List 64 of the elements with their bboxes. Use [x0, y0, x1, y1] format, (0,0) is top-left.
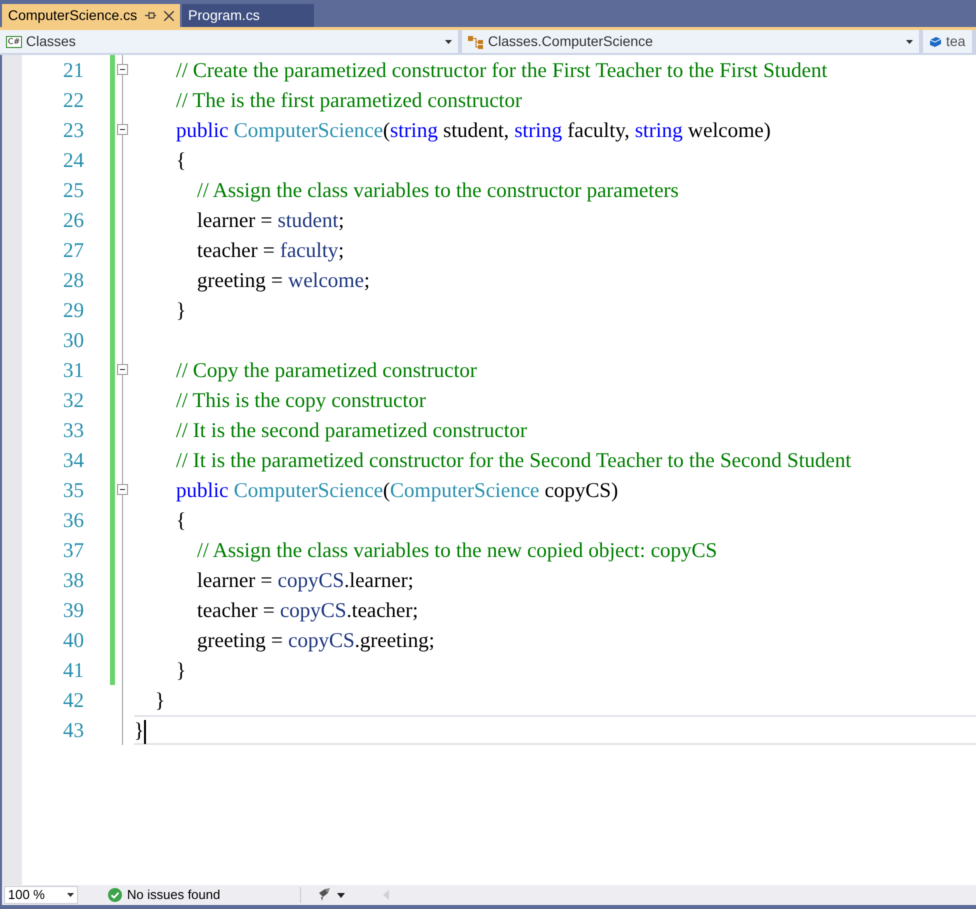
code-line: teacher = faculty; [196, 237, 346, 264]
pin-icon[interactable] [145, 11, 156, 20]
line-number: 33 [62, 417, 84, 444]
line-number: 30 [62, 327, 84, 354]
line-number: 28 [62, 267, 84, 294]
code-line: { [175, 147, 188, 174]
caret-icon [67, 893, 74, 897]
csharp-file-icon: C# [6, 36, 22, 48]
caret-icon[interactable] [337, 892, 346, 898]
code-line: // Assign the class variables to the new copied object: copyCS [196, 537, 718, 564]
caret-icon [906, 40, 913, 44]
code-line: } [154, 687, 166, 714]
code-line: public ComputerScience(string student, string faculty, string welcome) [175, 117, 772, 144]
close-icon[interactable] [164, 10, 174, 20]
line-number: 37 [62, 537, 84, 564]
caret-icon [445, 40, 452, 44]
line-number: 36 [62, 507, 84, 534]
line-number: 42 [62, 687, 84, 714]
code-line: learner = copyCS.learner; [196, 567, 415, 594]
text-cursor [144, 720, 146, 744]
class-icon [468, 34, 484, 48]
line-number: 29 [62, 297, 84, 324]
code-line: // Assign the class variables to the constructor parameters [196, 177, 680, 204]
line-number: 38 [62, 567, 84, 594]
code-line: teacher = copyCS.teacher; [196, 597, 420, 624]
line-number: 31 [62, 357, 84, 384]
code-line: // This is the copy constructor [175, 387, 427, 414]
line-number: 27 [62, 237, 84, 264]
collapse-icon[interactable] [117, 484, 128, 495]
code-line: learner = student; [196, 207, 346, 234]
code-line: } [175, 657, 188, 684]
line-number: 32 [62, 387, 84, 414]
code-line: public ComputerScience(ComputerScience copyCS) [175, 477, 620, 504]
line-number: 23 [62, 117, 84, 144]
collapse-icon[interactable] [117, 124, 128, 135]
code-line: // The is the first parametized constructor [175, 87, 523, 114]
line-number: 40 [62, 627, 84, 654]
status-text: No issues found [127, 886, 220, 904]
line-number: 24 [62, 147, 84, 174]
code-line: // It is the second parametized constructor [175, 417, 528, 444]
zoom-dropdown[interactable]: 100 % [4, 886, 78, 904]
line-number: 25 [62, 177, 84, 204]
code-line: } [175, 297, 188, 324]
line-number: 26 [62, 207, 84, 234]
field-icon [929, 36, 942, 48]
collapse-icon[interactable] [117, 64, 128, 75]
file-tab[interactable]: ComputerScience.cs [2, 4, 180, 27]
file-tab[interactable]: Program.cs [182, 4, 314, 27]
collapse-icon[interactable] [117, 364, 128, 375]
code-line: greeting = copyCS.greeting; [196, 627, 436, 654]
code-line: greeting = welcome; [196, 267, 371, 294]
code-line: } [134, 715, 976, 745]
line-number: 35 [62, 477, 84, 504]
line-number: 22 [62, 87, 84, 114]
code-line: // Create the parametized constructor for the First Teacher to the First Student [175, 57, 828, 84]
line-number: 43 [62, 717, 84, 744]
code-line: { [175, 507, 188, 534]
line-number: 21 [62, 57, 84, 84]
line-number: 39 [62, 597, 84, 624]
code-line: // Copy the parametized constructor [175, 357, 478, 384]
line-number: 34 [62, 447, 84, 474]
code-line: // It is the parametized constructor for the Second Teacher to the Second Student [175, 447, 852, 474]
check-icon [108, 888, 122, 902]
line-number: 41 [62, 657, 84, 684]
